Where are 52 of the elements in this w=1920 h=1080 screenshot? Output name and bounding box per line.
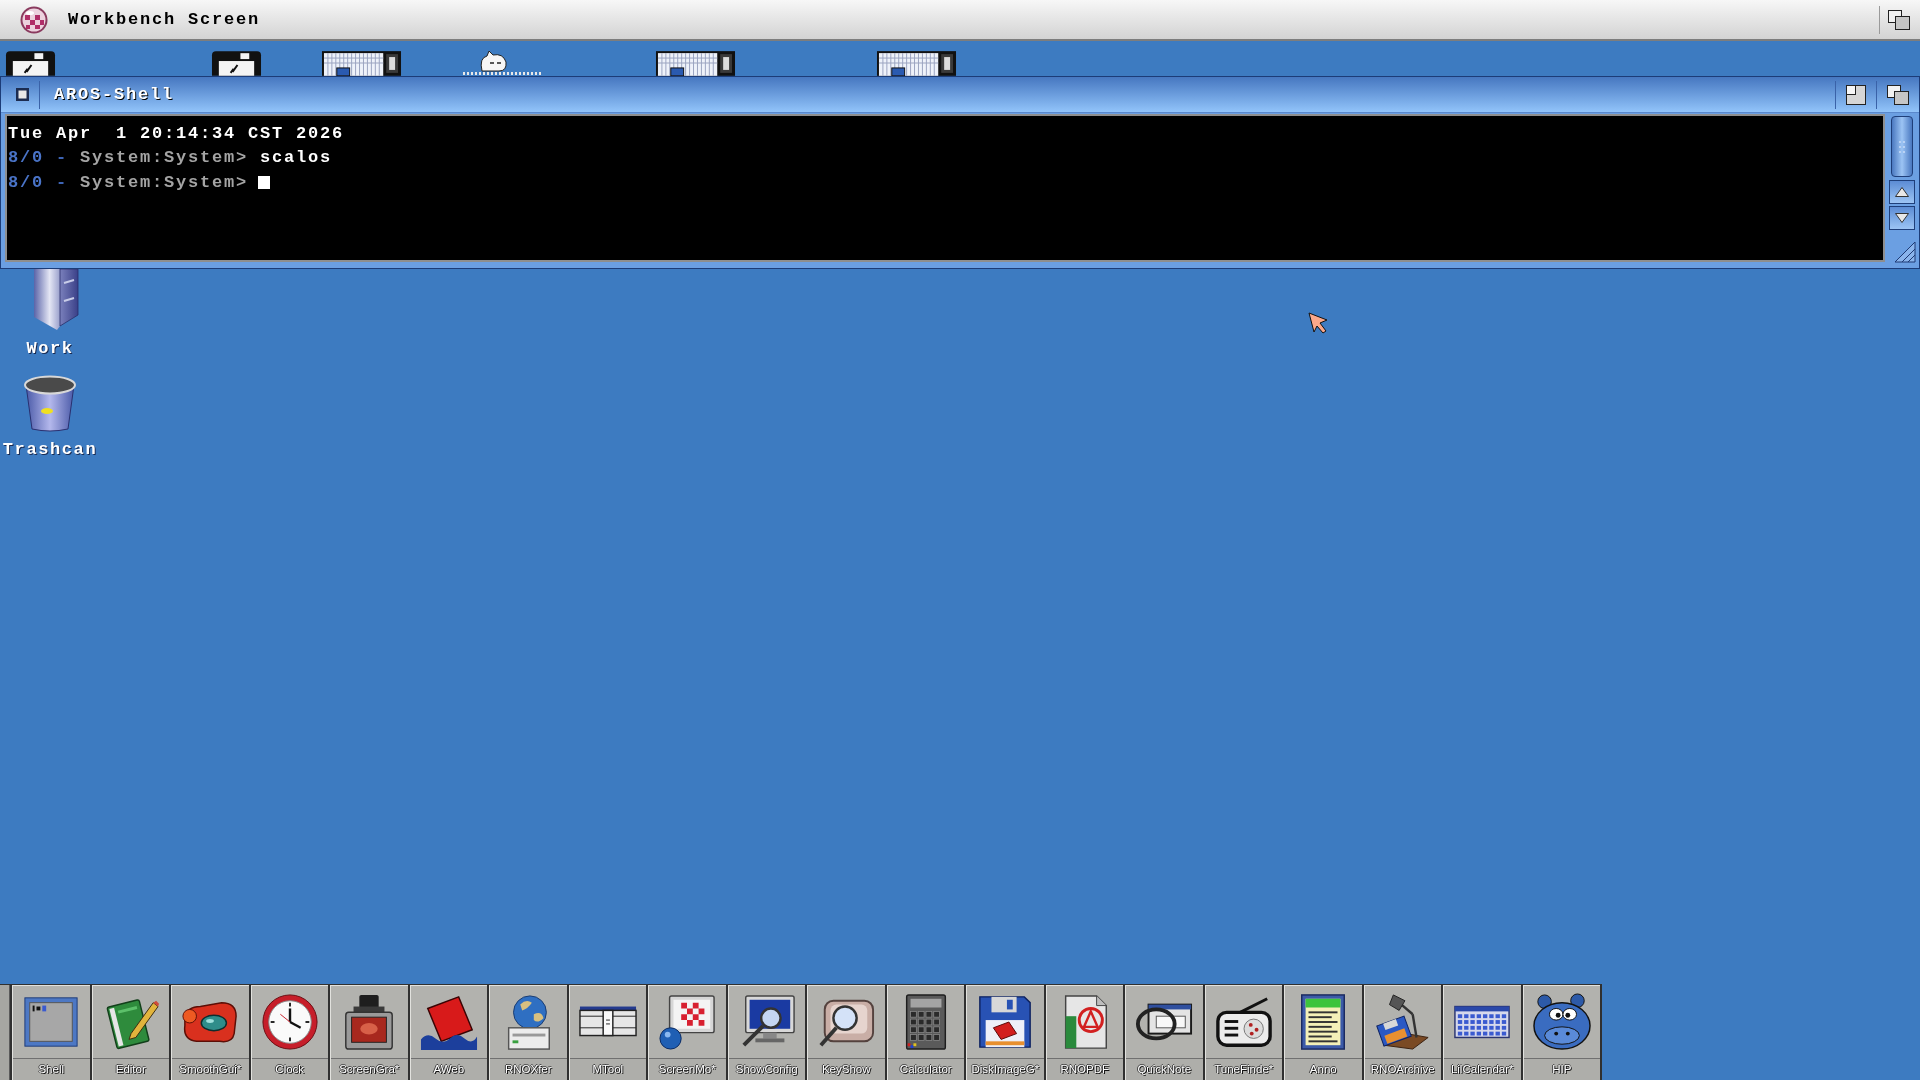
dock-item[interactable]: KeyShow [807, 985, 885, 1080]
overlapping-windows-icon[interactable] [1887, 84, 1909, 105]
dock-item[interactable]: TuneFinde* [1204, 985, 1282, 1080]
terminal-line: Tue Apr 1 20:14:34 CST 2026 [8, 122, 345, 145]
dock-item[interactable]: RNOXfer [489, 985, 567, 1080]
checkered-ball-icon[interactable] [20, 5, 48, 34]
dock-item[interactable]: RNOPDF [1045, 985, 1123, 1080]
dock-item[interactable]: Clock [250, 985, 328, 1080]
icon-label[interactable]: Trashcan [2, 441, 98, 458]
dock-item[interactable]: QuickNote [1125, 985, 1203, 1080]
scroll-down-button[interactable] [1889, 206, 1915, 230]
hippo-face-icon [1532, 993, 1591, 1051]
dock-item[interactable]: ShowConfig [727, 985, 805, 1080]
close-icon[interactable] [16, 88, 29, 101]
dock-item[interactable]: MTool [568, 985, 646, 1080]
trash-bin-icon[interactable] [23, 375, 77, 433]
dock-item[interactable]: Calculator [886, 985, 964, 1080]
checkered-monitor-icon [658, 993, 717, 1051]
dock-item[interactable]: LilCalendar* [1443, 985, 1521, 1080]
scroll-thumb[interactable] [1891, 116, 1913, 177]
zoom-icon[interactable] [1846, 84, 1866, 105]
dock-item[interactable]: RNOArchive [1363, 985, 1441, 1080]
dock-item[interactable]: AWeb [409, 985, 487, 1080]
resize-grip-icon[interactable] [1894, 241, 1916, 263]
dock-item[interactable]: Anno [1284, 985, 1362, 1080]
grip-dots-icon [1898, 139, 1906, 154]
terminal-line: 8/0 - System:System> [8, 171, 249, 194]
icon-label[interactable]: Work [26, 340, 74, 357]
terminal-line: 8/0 - System:System> scalos [8, 147, 333, 169]
dock-item[interactable]: Shell [12, 985, 90, 1080]
overlapping-windows-icon[interactable] [1888, 9, 1910, 30]
dock-item[interactable]: ScreenMo* [648, 985, 726, 1080]
grid-window-icon[interactable] [321, 50, 402, 76]
tile-on-waves-icon [419, 993, 478, 1051]
up-arrow-icon [1895, 187, 1909, 197]
window-title: AROS-Shell [54, 86, 175, 103]
dock-item[interactable]: Editor [91, 985, 169, 1080]
scroll-up-button[interactable] [1889, 180, 1915, 204]
grid-window-icon[interactable] [876, 50, 957, 76]
floppy-lamp-icon [1373, 993, 1432, 1051]
down-arrow-icon [1895, 213, 1909, 223]
dock-item[interactable]: ScreenGra* [330, 985, 408, 1080]
dock-handle[interactable] [0, 985, 10, 1080]
sleeping-cat-icon[interactable] [463, 50, 543, 76]
clock-icon [260, 993, 319, 1051]
screen-title: Workbench Screen [68, 11, 261, 28]
filing-cabinet-icon[interactable] [33, 269, 79, 331]
dock-item[interactable]: HIP [1522, 985, 1600, 1080]
mouse-pointer-icon [1308, 312, 1330, 334]
dock-item[interactable]: SmoothGui* [171, 985, 249, 1080]
grid-window-icon[interactable] [655, 50, 736, 76]
dock-item[interactable]: DiskImageG* [966, 985, 1044, 1080]
